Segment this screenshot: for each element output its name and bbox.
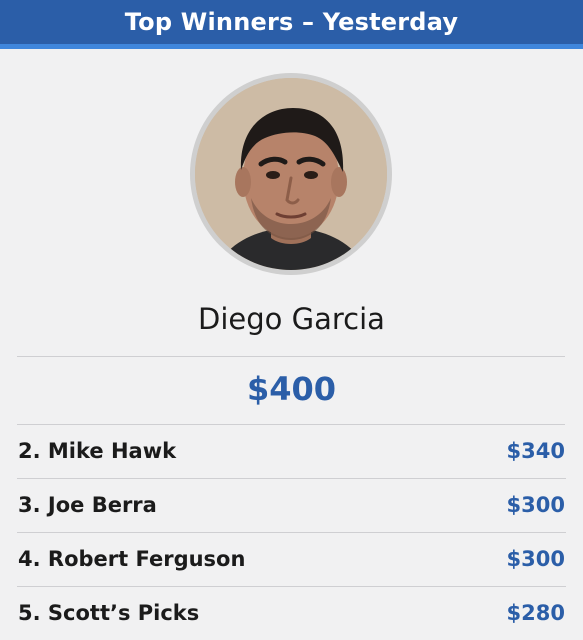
header-bar: Top Winners – Yesterday bbox=[0, 0, 583, 49]
rankings-list: 2. Mike Hawk $340 3. Joe Berra $300 4. R… bbox=[0, 425, 583, 640]
rank-name: 2. Mike Hawk bbox=[18, 439, 177, 463]
user-photo-icon bbox=[195, 78, 387, 270]
winner-avatar-ring bbox=[190, 73, 392, 275]
divider bbox=[17, 356, 565, 357]
winner-amount: $400 bbox=[246, 370, 337, 408]
rank-amount: $300 bbox=[506, 493, 565, 517]
page-title: Top Winners – Yesterday bbox=[124, 8, 459, 36]
list-item[interactable]: 3. Joe Berra $300 bbox=[17, 479, 566, 533]
list-item[interactable]: 4. Robert Ferguson $300 bbox=[17, 533, 566, 587]
rank-amount: $280 bbox=[506, 601, 565, 625]
avatar[interactable] bbox=[195, 78, 387, 270]
rank-name: 3. Joe Berra bbox=[18, 493, 157, 517]
rank-name: 4. Robert Ferguson bbox=[18, 547, 246, 571]
rank-amount: $300 bbox=[506, 547, 565, 571]
list-item[interactable]: 2. Mike Hawk $340 bbox=[17, 425, 566, 479]
rank-name: 5. Scott’s Picks bbox=[18, 601, 200, 625]
list-item[interactable]: 5. Scott’s Picks $280 bbox=[17, 587, 566, 640]
winner-name: Diego Garcia bbox=[198, 302, 385, 336]
rank-amount: $340 bbox=[506, 439, 565, 463]
